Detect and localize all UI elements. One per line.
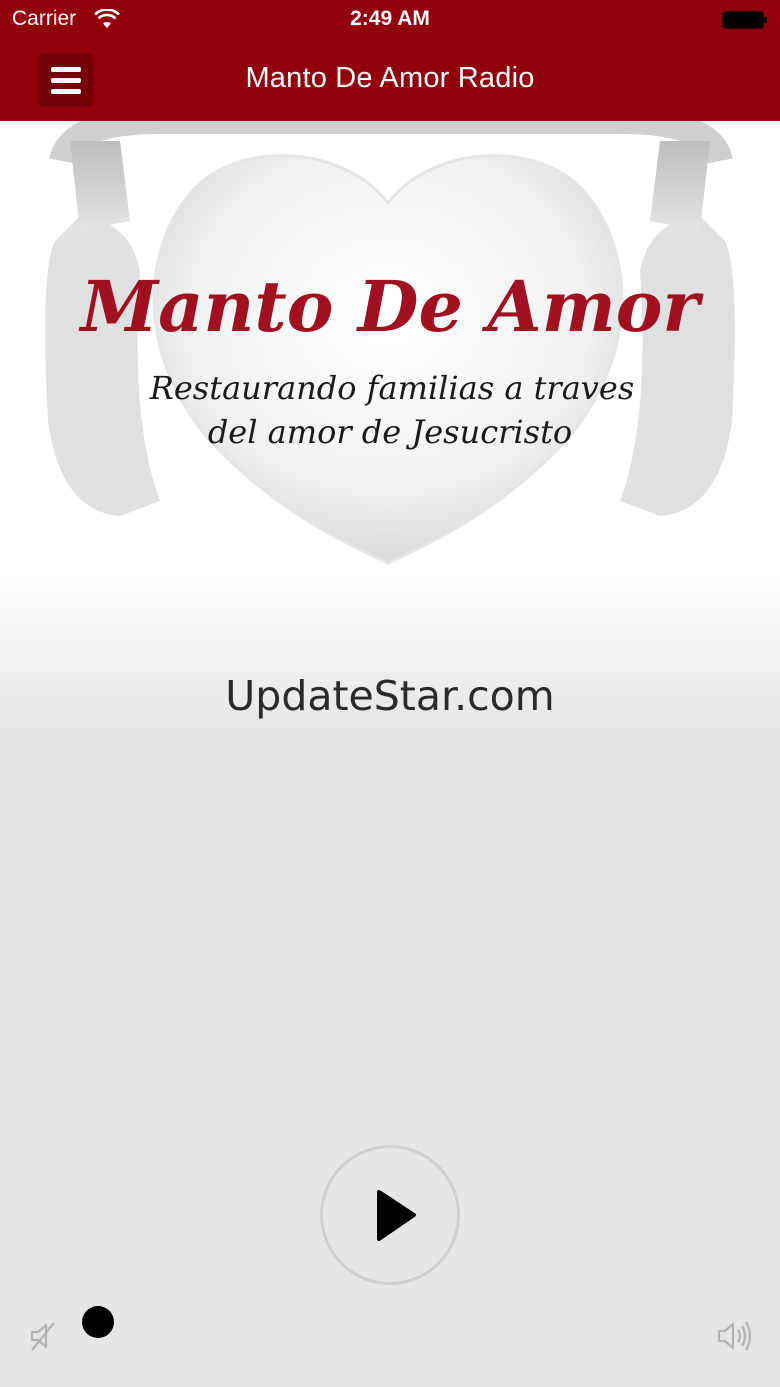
status-bar: Carrier 2:49 AM (0, 0, 780, 40)
play-button[interactable] (320, 1145, 460, 1285)
play-icon (377, 1190, 416, 1241)
volume-high-icon[interactable] (716, 1318, 754, 1354)
station-artwork: Manto De Amor Restaurando familias a tra… (0, 121, 780, 731)
logo-tagline-line1: Restaurando familias a traves (149, 369, 634, 407)
navigation-bar: Manto De Amor Radio (0, 40, 780, 121)
stream-title: UpdateStar.com (225, 672, 555, 720)
status-time: 2:49 AM (350, 7, 430, 30)
battery-icon (722, 11, 767, 29)
logo-tagline-line2: del amor de Jesucristo (208, 413, 572, 451)
volume-slider-thumb[interactable] (82, 1306, 114, 1338)
page-title: Manto De Amor Radio (245, 62, 535, 94)
logo-title: Manto De Amor (79, 265, 705, 348)
volume-mute-icon[interactable] (28, 1320, 60, 1352)
manto-de-amor-logo: Manto De Amor Restaurando familias a tra… (45, 121, 735, 565)
